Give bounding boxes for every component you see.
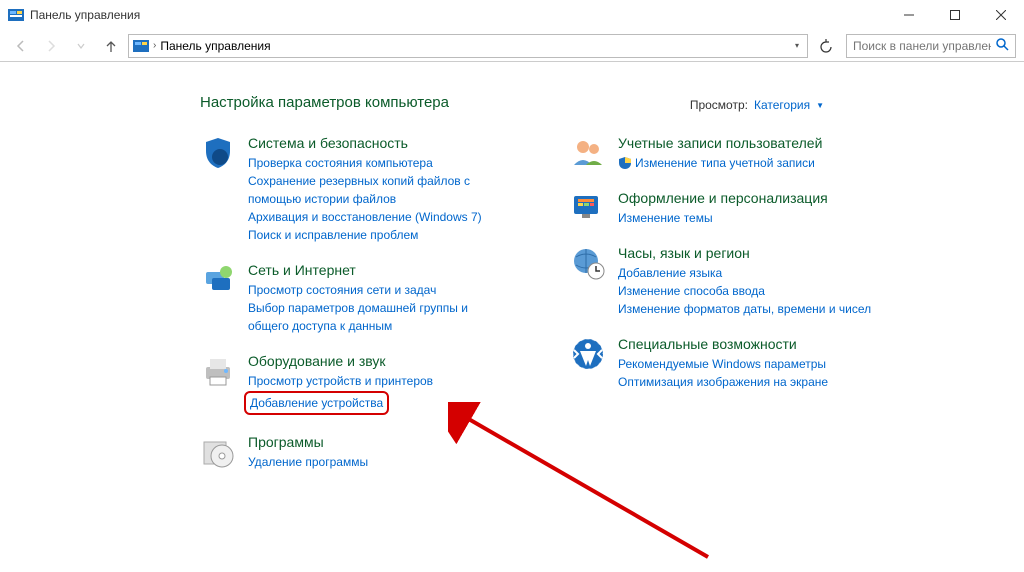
address-box[interactable]: › Панель управления ▾	[128, 34, 808, 58]
category-link[interactable]: Проверка состояния компьютера	[248, 154, 510, 172]
category-link[interactable]: Удаление программы	[248, 453, 510, 471]
category-link[interactable]: Изменение темы	[618, 209, 880, 227]
shield-icon	[200, 135, 236, 171]
address-dropdown-icon[interactable]: ▾	[791, 41, 803, 50]
forward-button[interactable]	[38, 33, 64, 59]
title-bar: Панель управления	[0, 0, 1024, 30]
control-panel-icon	[133, 38, 149, 54]
search-box[interactable]	[846, 34, 1016, 58]
add-device-link[interactable]: Добавление устройства	[250, 396, 383, 410]
back-button[interactable]	[8, 33, 34, 59]
control-panel-icon	[8, 7, 24, 23]
category-clock: Часы, язык и регион Добавление языка Изм…	[570, 245, 880, 318]
category-appearance: Оформление и персонализация Изменение те…	[570, 190, 880, 227]
category-hardware: Оборудование и звук Просмотр устройств и…	[200, 353, 510, 416]
up-button[interactable]	[98, 33, 124, 59]
category-link[interactable]: Просмотр устройств и принтеров	[248, 372, 510, 390]
ease-of-access-icon	[570, 336, 606, 372]
category-title[interactable]: Сеть и Интернет	[248, 262, 510, 278]
view-by: Просмотр: Категория ▼	[690, 98, 824, 112]
breadcrumb[interactable]: Панель управления	[160, 39, 270, 53]
category-title[interactable]: Учетные записи пользователей	[618, 135, 880, 151]
category-programs: Программы Удаление программы	[200, 434, 510, 471]
address-bar: › Панель управления ▾	[0, 30, 1024, 62]
globe-network-icon	[200, 262, 236, 298]
search-input[interactable]	[853, 39, 991, 53]
category-link[interactable]: Выбор параметров домашней группы и общег…	[248, 299, 510, 335]
category-link[interactable]: Изменение форматов даты, времени и чисел	[618, 300, 880, 318]
left-column: Система и безопасность Проверка состояни…	[200, 135, 510, 489]
right-column: Учетные записи пользователей Изменение т…	[570, 135, 880, 489]
window-title: Панель управления	[30, 8, 140, 22]
monitor-palette-icon	[570, 190, 606, 226]
category-link[interactable]: Архивация и восстановление (Windows 7)	[248, 208, 510, 226]
category-link[interactable]: Поиск и исправление проблем	[248, 226, 510, 244]
printer-icon	[200, 353, 236, 389]
category-link[interactable]: Сохранение резервных копий файлов с помо…	[248, 172, 510, 208]
highlighted-link: Добавление устройства	[244, 391, 389, 415]
category-network: Сеть и Интернет Просмотр состояния сети …	[200, 262, 510, 335]
category-title[interactable]: Система и безопасность	[248, 135, 510, 151]
category-title[interactable]: Оформление и персонализация	[618, 190, 880, 206]
view-by-label: Просмотр:	[690, 98, 748, 112]
page-title: Настройка параметров компьютера	[200, 94, 1024, 111]
category-link[interactable]: Просмотр состояния сети и задач	[248, 281, 510, 299]
disc-icon	[200, 434, 236, 470]
users-icon	[570, 135, 606, 171]
minimize-button[interactable]	[886, 0, 932, 30]
globe-clock-icon	[570, 245, 606, 281]
maximize-button[interactable]	[932, 0, 978, 30]
category-title[interactable]: Оборудование и звук	[248, 353, 510, 369]
category-link[interactable]: Оптимизация изображения на экране	[618, 373, 880, 391]
category-link[interactable]: Изменение типа учетной записи	[618, 154, 880, 172]
category-title[interactable]: Программы	[248, 434, 510, 450]
content-area: Настройка параметров компьютера Просмотр…	[0, 62, 1024, 489]
category-accounts: Учетные записи пользователей Изменение т…	[570, 135, 880, 172]
search-icon[interactable]	[995, 37, 1009, 54]
view-by-value[interactable]: Категория	[754, 98, 810, 112]
category-link[interactable]: Добавление языка	[618, 264, 880, 282]
category-link[interactable]: Изменение способа ввода	[618, 282, 880, 300]
category-title[interactable]: Специальные возможности	[618, 336, 880, 352]
chevron-down-icon[interactable]: ▼	[816, 101, 824, 110]
category-link[interactable]: Рекомендуемые Windows параметры	[618, 355, 880, 373]
category-title[interactable]: Часы, язык и регион	[618, 245, 880, 261]
window-controls	[886, 0, 1024, 30]
breadcrumb-sep-icon: ›	[153, 40, 156, 51]
refresh-button[interactable]	[814, 34, 838, 58]
uac-shield-icon	[618, 156, 632, 170]
close-button[interactable]	[978, 0, 1024, 30]
recent-dropdown[interactable]	[68, 33, 94, 59]
category-ease: Специальные возможности Рекомендуемые Wi…	[570, 336, 880, 391]
category-system: Система и безопасность Проверка состояни…	[200, 135, 510, 244]
